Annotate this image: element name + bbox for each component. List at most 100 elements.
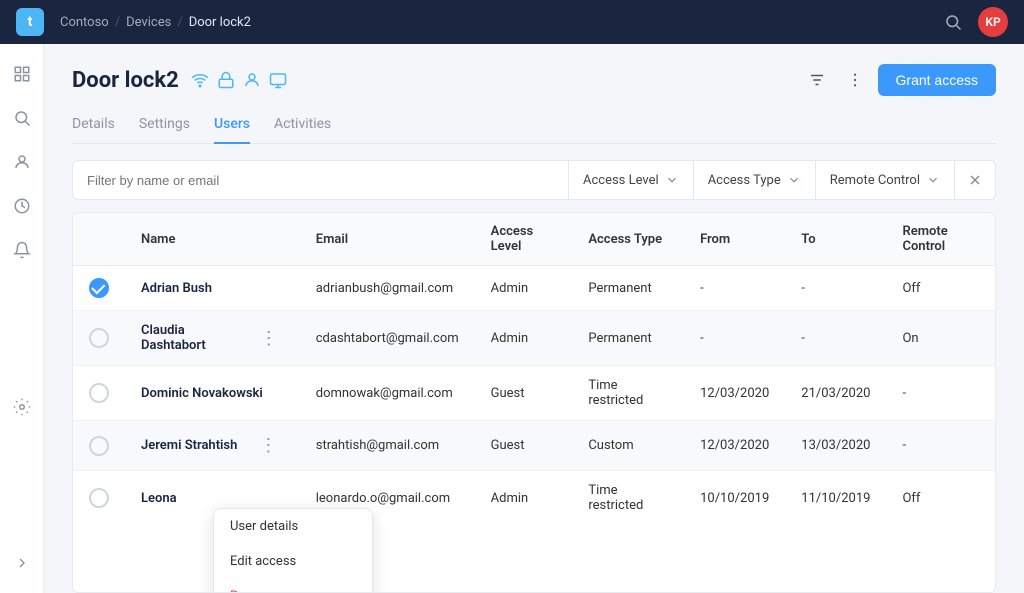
user-access-type: Custom [572,421,684,471]
user-email: cdashtabort@gmail.com [300,311,475,366]
user-from: 12/03/2020 [684,421,785,471]
filter-button[interactable] [802,65,832,95]
user-access-level: Guest [475,421,573,471]
user-icon [13,153,31,171]
context-menu-item-user-details[interactable]: User details [214,509,372,544]
user-to: 13/03/2020 [785,421,886,471]
tab-details[interactable]: Details [72,108,115,144]
page-title: Door lock2 [72,68,179,93]
sidebar-collapse-button[interactable] [0,545,44,581]
access-level-dropdown[interactable]: Access Level [568,161,693,199]
user-access-type: Permanent [572,311,684,366]
access-type-dropdown[interactable]: Access Type [693,161,815,199]
bell-icon [13,241,31,259]
tabs: Details Settings Users Activities [72,108,996,144]
table-row: Leonaleonardo.o@gmail.comAdminTime restr… [73,471,995,526]
topbar: t Contoso / Devices / Door lock2 KP [0,0,1024,44]
user-remote-control: - [886,366,995,421]
user-device-icon [243,71,261,89]
table-row: Dominic Novakowskidomnowak@gmail.comGues… [73,366,995,421]
sidebar-item-clock[interactable] [4,188,40,224]
sidebar-item-bell[interactable] [4,232,40,268]
user-access-type: Time restricted [572,471,684,526]
row-checkbox[interactable] [89,278,109,298]
user-access-level: Admin [475,266,573,311]
chevron-down-icon-2 [787,173,801,187]
page-title-area: Door lock2 [72,68,287,93]
search-icon [944,13,962,31]
user-to: 11/10/2019 [785,471,886,526]
table-header-name: Name [125,213,300,266]
filter-input[interactable] [73,173,568,188]
monitor-icon [269,71,287,89]
user-to: 21/03/2020 [785,366,886,421]
sidebar-item-settings[interactable] [4,389,40,425]
topbar-search-button[interactable] [940,9,966,35]
tab-users[interactable]: Users [214,108,250,144]
user-name: Adrian Bush [141,281,212,296]
breadcrumb-current: Door lock2 [189,15,251,30]
row-menu-icon[interactable]: ⋮ [254,326,284,351]
user-to: - [785,266,886,311]
user-from: 12/03/2020 [684,366,785,421]
content-area: Door lock2 [44,44,1024,593]
user-access-type: Time restricted [572,366,684,421]
row-checkbox[interactable] [89,328,109,348]
tab-activities[interactable]: Activities [274,108,331,144]
user-remote-control: - [886,421,995,471]
sidebar [0,44,44,593]
user-email: adrianbush@gmail.com [300,266,475,311]
close-icon [967,172,983,188]
sidebar-item-search[interactable] [4,100,40,136]
main-layout: Door lock2 [0,44,1024,593]
filter-close-button[interactable] [954,161,995,199]
user-access-level: Admin [475,311,573,366]
table-header-access-type: Access Type [572,213,684,266]
user-remote-control: On [886,311,995,366]
table-header-access-level: Access Level [475,213,573,266]
table-row: Adrian Bushadrianbush@gmail.comAdminPerm… [73,266,995,311]
user-name: Claudia Dashtabort [141,323,238,353]
breadcrumb-contoso[interactable]: Contoso [60,15,109,30]
sidebar-item-grid[interactable] [4,56,40,92]
remote-control-dropdown[interactable]: Remote Control [815,161,954,199]
user-to: - [785,311,886,366]
table-header-remote-control: Remote Control [886,213,995,266]
row-checkbox[interactable] [89,383,109,403]
page-header: Door lock2 [72,64,996,96]
device-icons [191,71,287,89]
tab-settings[interactable]: Settings [139,108,190,144]
table-header-check [73,213,125,266]
table-row: Jeremi Strahtish ⋮ strahtish@gmail.comGues… [73,421,995,471]
filter-icon [808,71,826,89]
context-menu-item-edit-access[interactable]: Edit access [214,544,372,579]
grant-access-button[interactable]: Grant access [878,64,996,96]
context-menu-item-remove-access[interactable]: Remove access [214,579,372,593]
users-table: Name Email Access Level Access Type From… [72,212,996,593]
user-remote-control: Off [886,266,995,311]
sidebar-item-user[interactable] [4,144,40,180]
filter-bar: Access Level Access Type Remote Control [72,160,996,200]
row-checkbox[interactable] [89,488,109,508]
table-header-email: Email [300,213,475,266]
breadcrumb: Contoso / Devices / Door lock2 [60,15,251,30]
user-from: 10/10/2019 [684,471,785,526]
user-avatar[interactable]: KP [978,7,1008,37]
chevron-right-icon [14,555,30,571]
search-nav-icon [13,109,31,127]
header-actions: Grant access [802,64,996,96]
user-name: Jeremi Strahtish [141,438,237,453]
more-options-button[interactable] [840,65,870,95]
breadcrumb-devices[interactable]: Devices [126,15,171,30]
context-menu: User detailsEdit accessRemove access [213,508,373,593]
user-name: Dominic Novakowski [141,386,263,401]
row-menu-icon[interactable]: ⋮ [253,433,283,458]
user-email: strahtish@gmail.com [300,421,475,471]
row-checkbox[interactable] [89,436,109,456]
user-access-level: Admin [475,471,573,526]
app-logo[interactable]: t [16,8,44,36]
chevron-down-icon [665,173,679,187]
user-email: domnowak@gmail.com [300,366,475,421]
topbar-right: KP [940,7,1008,37]
table-header-to: To [785,213,886,266]
